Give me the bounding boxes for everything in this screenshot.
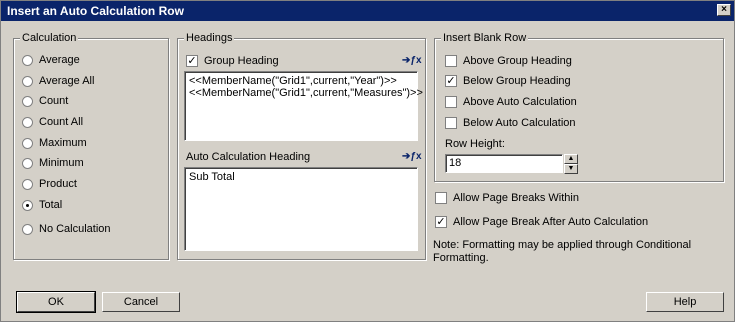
spin-down-button[interactable]: ▼ bbox=[564, 164, 578, 174]
radio-average-all[interactable]: Average All bbox=[22, 73, 94, 89]
calculation-legend: Calculation bbox=[20, 32, 79, 44]
above-group-heading-checkbox[interactable]: Above Group Heading bbox=[445, 53, 572, 69]
above-auto-calc-label: Above Auto Calculation bbox=[463, 96, 577, 108]
above-group-heading-label: Above Group Heading bbox=[463, 55, 572, 67]
insert-blank-row-group: Insert Blank Row Above Group Heading ✓ B… bbox=[434, 32, 724, 182]
row-height-label: Row Height: bbox=[445, 138, 505, 150]
calculation-group: Calculation Average Average All Count Co… bbox=[13, 32, 169, 260]
cancel-button[interactable]: Cancel bbox=[102, 292, 180, 312]
dialog-window: Insert an Auto Calculation Row × Calcula… bbox=[0, 0, 735, 322]
note-text: Note: Formatting may be applied through … bbox=[433, 239, 692, 264]
radio-minimum[interactable]: Minimum bbox=[22, 155, 84, 171]
group-heading-label: Group Heading bbox=[204, 55, 279, 67]
below-group-heading-checkbox[interactable]: ✓ Below Group Heading bbox=[445, 73, 571, 89]
formula-icon[interactable]: ➔ƒx bbox=[402, 55, 422, 66]
radio-count-label: Count bbox=[39, 95, 69, 107]
radio-product[interactable]: Product bbox=[22, 176, 77, 192]
allow-page-break-after-label: Allow Page Break After Auto Calculation bbox=[453, 216, 649, 228]
radio-no-calculation-indicator[interactable] bbox=[22, 223, 33, 235]
group-heading-textarea[interactable]: <<MemberName("Grid1",current,"Year")>> <… bbox=[184, 71, 423, 141]
above-auto-calc-box[interactable] bbox=[445, 96, 457, 108]
group-heading-check-box[interactable]: ✓ bbox=[186, 55, 198, 67]
radio-total-indicator[interactable] bbox=[22, 199, 33, 211]
headings-group: Headings ✓ Group Heading ➔ƒx <<MemberNam… bbox=[177, 32, 426, 260]
radio-count-all-indicator[interactable] bbox=[22, 116, 33, 128]
below-group-heading-box[interactable]: ✓ bbox=[445, 75, 457, 87]
below-auto-calc-label: Below Auto Calculation bbox=[463, 117, 576, 129]
allow-page-break-after-checkbox[interactable]: ✓ Allow Page Break After Auto Calculatio… bbox=[435, 214, 648, 230]
radio-average[interactable]: Average bbox=[22, 52, 80, 68]
formula-icon-2[interactable]: ➔ƒx bbox=[402, 151, 422, 162]
radio-no-calculation[interactable]: No Calculation bbox=[22, 221, 111, 237]
auto-calc-heading-label: Auto Calculation Heading bbox=[186, 151, 311, 163]
group-heading-checkbox[interactable]: ✓ Group Heading bbox=[186, 53, 279, 69]
window-title: Insert an Auto Calculation Row bbox=[7, 4, 184, 18]
radio-product-indicator[interactable] bbox=[22, 178, 33, 190]
title-bar[interactable]: Insert an Auto Calculation Row × bbox=[1, 1, 734, 21]
radio-count-all[interactable]: Count All bbox=[22, 114, 83, 130]
ok-button[interactable]: OK bbox=[16, 291, 96, 313]
radio-count-all-label: Count All bbox=[39, 116, 84, 128]
headings-legend: Headings bbox=[184, 32, 235, 44]
radio-count-indicator[interactable] bbox=[22, 95, 33, 107]
radio-maximum-label: Maximum bbox=[39, 137, 87, 149]
allow-page-breaks-within-checkbox[interactable]: Allow Page Breaks Within bbox=[435, 190, 579, 206]
below-group-heading-label: Below Group Heading bbox=[463, 75, 571, 87]
row-height-input[interactable]: 18 bbox=[445, 154, 563, 173]
radio-total-label: Total bbox=[39, 199, 63, 211]
radio-minimum-indicator[interactable] bbox=[22, 157, 33, 169]
radio-average-all-indicator[interactable] bbox=[22, 75, 33, 87]
radio-minimum-label: Minimum bbox=[39, 157, 84, 169]
above-group-heading-box[interactable] bbox=[445, 55, 457, 67]
radio-average-indicator[interactable] bbox=[22, 54, 33, 66]
spin-up-button[interactable]: ▲ bbox=[564, 154, 578, 164]
insert-blank-row-legend: Insert Blank Row bbox=[441, 32, 529, 44]
radio-total[interactable]: Total bbox=[22, 197, 62, 213]
radio-maximum-indicator[interactable] bbox=[22, 137, 33, 149]
allow-page-break-after-box[interactable]: ✓ bbox=[435, 216, 447, 228]
below-auto-calc-checkbox[interactable]: Below Auto Calculation bbox=[445, 115, 576, 131]
close-button[interactable]: × bbox=[717, 4, 731, 16]
radio-product-label: Product bbox=[39, 178, 77, 190]
auto-calc-heading-textarea[interactable]: Sub Total bbox=[184, 167, 418, 251]
allow-page-breaks-within-label: Allow Page Breaks Within bbox=[453, 192, 579, 204]
radio-average-all-label: Average All bbox=[39, 75, 95, 87]
help-button[interactable]: Help bbox=[646, 292, 724, 312]
allow-page-breaks-within-box[interactable] bbox=[435, 192, 447, 204]
radio-no-calculation-label: No Calculation bbox=[39, 223, 111, 235]
radio-average-label: Average bbox=[39, 54, 80, 66]
above-auto-calc-checkbox[interactable]: Above Auto Calculation bbox=[445, 94, 577, 110]
below-auto-calc-box[interactable] bbox=[445, 117, 457, 129]
radio-maximum[interactable]: Maximum bbox=[22, 135, 87, 151]
radio-count[interactable]: Count bbox=[22, 93, 68, 109]
